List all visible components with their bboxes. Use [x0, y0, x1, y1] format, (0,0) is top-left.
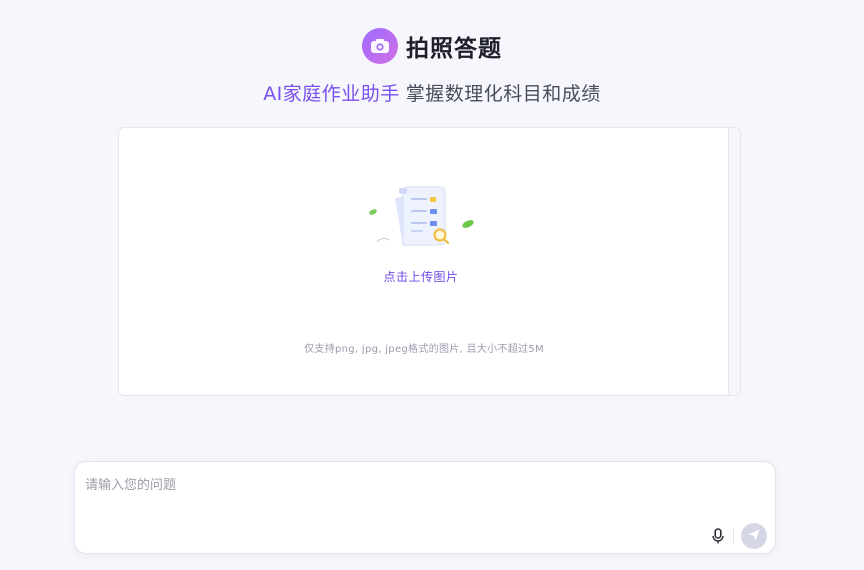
- microphone-icon[interactable]: [708, 525, 728, 547]
- question-box: [74, 461, 776, 554]
- question-input[interactable]: [85, 474, 765, 524]
- brand-header: 拍照答题: [0, 28, 864, 64]
- subtitle: AI家庭作业助手 掌握数理化科目和成绩: [0, 79, 864, 106]
- page: 拍照答题 AI家庭作业助手 掌握数理化科目和成绩 点击上传图片 仅支持png, …: [0, 0, 864, 570]
- upload-area[interactable]: 点击上传图片 仅支持png, jpg, jpeg格式的图片, 且大小不超过5M: [118, 127, 741, 396]
- send-icon: [747, 528, 761, 545]
- upload-label[interactable]: 点击上传图片: [119, 268, 723, 285]
- upload-hint: 仅支持png, jpg, jpeg格式的图片, 且大小不超过5M: [304, 344, 544, 355]
- document-magnifier-illustration: [367, 186, 477, 254]
- subtitle-rest: 掌握数理化科目和成绩: [405, 83, 601, 105]
- scrollbar[interactable]: [728, 128, 740, 395]
- app-title: 拍照答题: [406, 36, 502, 62]
- camera-icon: [362, 28, 398, 64]
- send-button[interactable]: [741, 523, 767, 549]
- divider: [733, 528, 734, 544]
- subtitle-accent: AI家庭作业助手: [263, 83, 400, 105]
